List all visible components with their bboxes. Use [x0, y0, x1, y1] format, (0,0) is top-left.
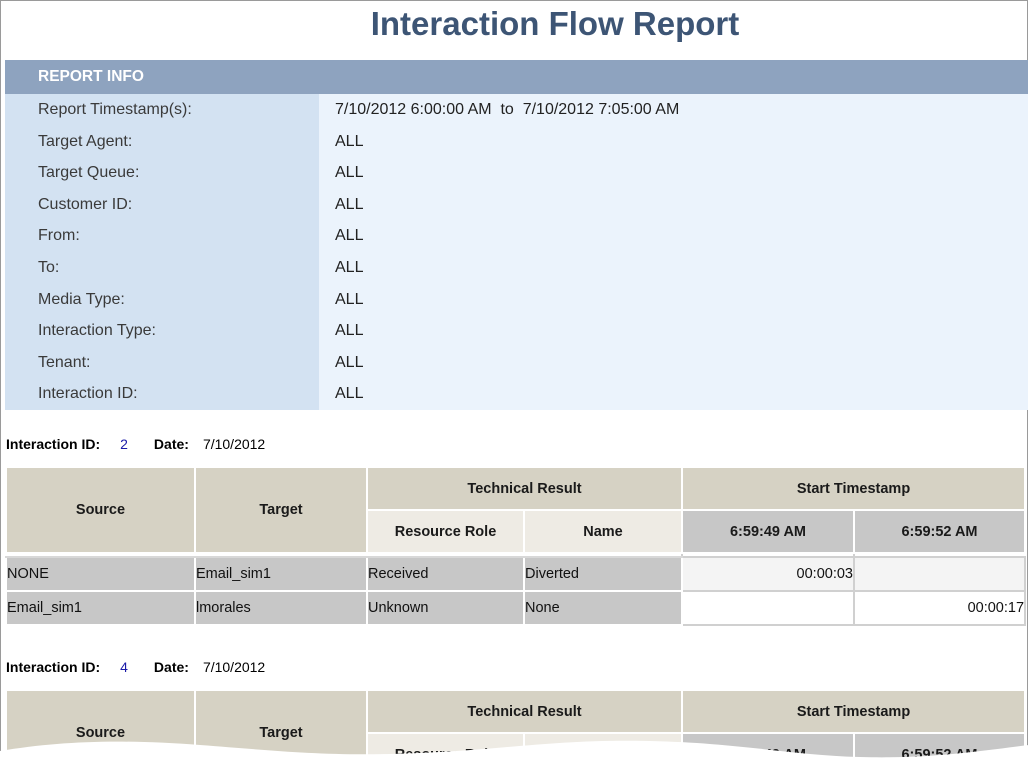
cell-source: NONE	[5, 556, 196, 592]
cell-source: Email_sim1	[5, 590, 196, 626]
info-label: Target Agent:	[5, 125, 319, 158]
cell-duration: 00:00:17	[852, 590, 1027, 626]
date-value: 7/10/2012	[202, 436, 266, 452]
col-header-timestamp: 6:59:52 AM	[852, 509, 1027, 554]
info-value: ALL	[319, 315, 1028, 347]
interaction-id-label: Interaction ID:	[6, 659, 101, 675]
info-row-target-queue: Target Queue: ALL	[5, 157, 1028, 189]
info-label: Interaction Type:	[5, 315, 319, 347]
info-label: Media Type:	[5, 283, 319, 316]
col-header-timestamp: 6:59:49 AM	[681, 509, 855, 554]
info-value: ALL	[319, 125, 1028, 158]
info-row-target-agent: Target Agent: ALL	[5, 125, 1028, 158]
interaction-id-link[interactable]: 2	[120, 436, 128, 452]
col-header-target: Target	[194, 466, 368, 554]
page-title: Interaction Flow Report	[370, 5, 740, 42]
info-value: ALL	[319, 283, 1028, 316]
date-value: 7/10/2012	[202, 659, 266, 675]
info-label: Interaction ID:	[5, 378, 319, 410]
info-row-customer-id: Customer ID: ALL	[5, 188, 1028, 221]
interaction-id-link[interactable]: 4	[120, 659, 128, 675]
info-row-from: From: ALL	[5, 220, 1028, 252]
cell-resource-role: Unknown	[366, 590, 525, 626]
cell-duration	[852, 556, 1027, 592]
table-row: Email_sim1 lmorales Unknown None 00:00:1…	[5, 590, 1027, 626]
col-header-start-timestamp: Start Timestamp	[680, 466, 1027, 511]
report-info-header: REPORT INFO	[5, 60, 1028, 94]
info-row-tenant: Tenant: ALL	[5, 346, 1028, 379]
cell-duration	[681, 590, 855, 626]
date-label: Date:	[153, 436, 189, 452]
info-row-media-type: Media Type: ALL	[5, 283, 1028, 316]
info-label: Customer ID:	[5, 188, 319, 221]
info-value: ALL	[319, 188, 1028, 221]
col-header-source: Source	[5, 466, 196, 554]
info-row-timestamp: Report Timestamp(s): 7/10/2012 6:00:00 A…	[5, 94, 1028, 126]
cell-name: Diverted	[523, 556, 683, 592]
info-value: ALL	[319, 346, 1028, 379]
info-value: 7/10/2012 6:00:00 AM to 7/10/2012 7:05:0…	[319, 94, 1028, 126]
info-label: Target Queue:	[5, 157, 319, 189]
info-label: To:	[5, 251, 319, 284]
report-info-panel: REPORT INFO Report Timestamp(s): 7/10/20…	[5, 60, 1028, 410]
info-label: Tenant:	[5, 346, 319, 379]
info-row-interaction-type: Interaction Type: ALL	[5, 315, 1028, 347]
info-value: ALL	[319, 220, 1028, 252]
cell-duration: 00:00:03	[681, 556, 855, 592]
info-value: ALL	[319, 251, 1028, 284]
info-value: ALL	[319, 157, 1028, 189]
interaction-heading: Interaction ID: 4 Date: 7/10/2012	[6, 659, 265, 675]
interaction-heading: Interaction ID: 2 Date: 7/10/2012	[6, 436, 265, 452]
interaction-id-label: Interaction ID:	[6, 436, 101, 452]
info-row-interaction-id: Interaction ID: ALL	[5, 378, 1028, 410]
info-value: ALL	[319, 378, 1028, 410]
col-header-resource-role: Resource Role	[366, 509, 525, 554]
info-label: Report Timestamp(s):	[5, 94, 319, 126]
cell-resource-role: Received	[366, 556, 525, 592]
info-row-to: To: ALL	[5, 251, 1028, 284]
cell-name: None	[523, 590, 683, 626]
torn-edge-decoration	[0, 740, 1029, 781]
interaction-flow-table: Source Target Technical Result Start Tim…	[5, 466, 1027, 626]
col-header-technical-result: Technical Result	[366, 466, 683, 511]
cell-target: lmorales	[194, 590, 368, 626]
col-header-start-timestamp: Start Timestamp	[680, 689, 1027, 734]
col-header-name: Name	[523, 509, 683, 554]
date-label: Date:	[153, 659, 189, 675]
info-label: From:	[5, 220, 319, 252]
col-header-technical-result: Technical Result	[366, 689, 683, 734]
cell-target: Email_sim1	[194, 556, 368, 592]
table-row: NONE Email_sim1 Received Diverted 00:00:…	[5, 556, 1027, 592]
